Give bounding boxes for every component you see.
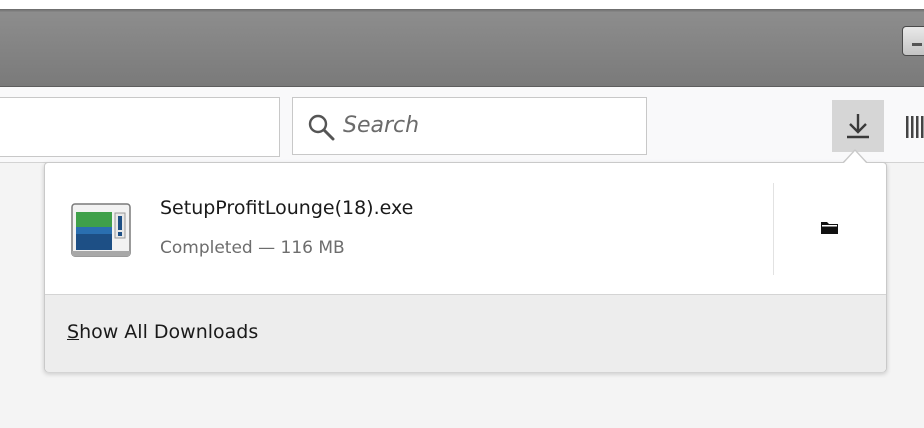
download-arrow-icon [847, 114, 869, 139]
search-icon [308, 114, 335, 141]
url-bar[interactable] [0, 97, 280, 157]
show-all-accesskey: S [67, 321, 80, 343]
download-item[interactable]: SetupProfitLounge(18).exe Completed — 11… [45, 163, 886, 294]
show-all-downloads-label: Show All Downloads [67, 321, 258, 343]
download-filename: SetupProfitLounge(18).exe [160, 197, 414, 219]
download-status: Completed — 116 MB [160, 238, 345, 258]
downloads-panel: SetupProfitLounge(18).exe Completed — 11… [44, 162, 887, 372]
title-bar [0, 12, 924, 87]
navigation-toolbar: Search [0, 87, 924, 163]
search-bar[interactable]: Search [292, 97, 647, 155]
downloads-button[interactable] [832, 100, 884, 152]
folder-icon [821, 222, 838, 234]
search-placeholder: Search [343, 113, 420, 138]
window-top-edge [0, 0, 924, 12]
open-containing-folder-button[interactable] [774, 163, 886, 294]
show-all-downloads-button[interactable]: Show All Downloads [45, 294, 886, 372]
exe-file-icon [71, 203, 131, 257]
panel-arrow-inner [843, 151, 867, 164]
window-minimize-button[interactable] [902, 26, 924, 56]
library-icon[interactable] [905, 115, 924, 139]
show-all-label-text: how All Downloads [79, 321, 259, 343]
